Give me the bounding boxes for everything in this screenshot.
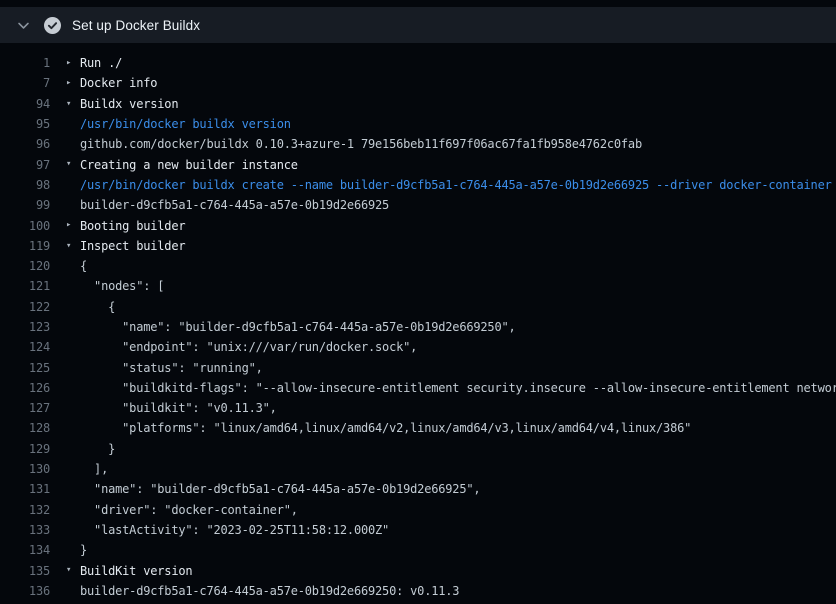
log-line[interactable]: 1 ▸ Run ./ [0,53,836,73]
log-line[interactable]: 7 ▸ Docker info [0,73,836,93]
log-line: 133 "lastActivity": "2023-02-25T11:58:12… [0,520,836,540]
line-number[interactable]: 100 [0,219,50,233]
log-line-text: "buildkit": "v0.11.3", [80,401,277,415]
log-line-text: Booting builder [80,219,185,233]
log-lines: 1 ▸ Run ./ 7 ▸ Docker info 94 ▾ Buildx v… [0,53,836,601]
log-line: 123 "name": "builder-d9cfb5a1-c764-445a-… [0,317,836,337]
log-line-text: "buildkitd-flags": "--allow-insecure-ent… [80,381,836,395]
check-circle-icon [44,17,61,34]
line-number[interactable]: 122 [0,300,50,314]
log-line-text: Inspect builder [80,239,185,253]
line-number[interactable]: 97 [0,158,50,172]
log-line: 129 } [0,439,836,459]
chevron-down-icon[interactable] [17,19,30,32]
log-line: 126 "buildkitd-flags": "--allow-insecure… [0,378,836,398]
line-number[interactable]: 136 [0,584,50,598]
log-line: 99 builder-d9cfb5a1-c764-445a-a57e-0b19d… [0,195,836,215]
triangle-down-icon[interactable]: ▾ [66,236,80,256]
log-line-text: } [80,442,115,456]
log-line-text: "name": "builder-d9cfb5a1-c764-445a-a57e… [80,320,516,334]
log-line: 98 /usr/bin/docker buildx create --name … [0,175,836,195]
line-number[interactable]: 1 [0,56,50,70]
log-line: 120 { [0,256,836,276]
line-number[interactable]: 120 [0,259,50,273]
log-line-text: BuildKit version [80,564,192,578]
log-line-text: builder-d9cfb5a1-c764-445a-a57e-0b19d2e6… [80,198,389,212]
line-number[interactable]: 125 [0,361,50,375]
log-line-text: "lastActivity": "2023-02-25T11:58:12.000… [80,523,389,537]
step-title: Set up Docker Buildx [72,18,200,33]
log-line-text: "nodes": [ [80,279,164,293]
log-line: 122 { [0,297,836,317]
line-number[interactable]: 129 [0,442,50,456]
log-line[interactable]: 135 ▾ BuildKit version [0,560,836,580]
log-line: 134 } [0,540,836,560]
line-number[interactable]: 132 [0,503,50,517]
log-line: 95 /usr/bin/docker buildx version [0,114,836,134]
log-line[interactable]: 94 ▾ Buildx version [0,94,836,114]
line-number[interactable]: 123 [0,320,50,334]
log-line: 131 "name": "builder-d9cfb5a1-c764-445a-… [0,479,836,499]
log-line-text: { [80,300,115,314]
log-line: 96 github.com/docker/buildx 0.10.3+azure… [0,134,836,154]
triangle-right-icon[interactable]: ▸ [66,73,80,93]
log-line: 132 "driver": "docker-container", [0,500,836,520]
triangle-down-icon[interactable]: ▾ [66,94,80,114]
line-number[interactable]: 131 [0,482,50,496]
line-number[interactable]: 98 [0,178,50,192]
log-line: 127 "buildkit": "v0.11.3", [0,398,836,418]
log-line[interactable]: 119 ▾ Inspect builder [0,236,836,256]
log-line-text: "driver": "docker-container", [80,503,298,517]
log-line: 130 ], [0,459,836,479]
log-line-text: "endpoint": "unix:///var/run/docker.sock… [80,340,417,354]
log-line-text: builder-d9cfb5a1-c764-445a-a57e-0b19d2e6… [80,584,459,598]
log-line-text: { [80,259,87,273]
log-line: 136 builder-d9cfb5a1-c764-445a-a57e-0b19… [0,581,836,601]
line-number[interactable]: 130 [0,462,50,476]
line-number[interactable]: 95 [0,117,50,131]
log-line-text: "status": "running", [80,361,263,375]
line-number[interactable]: 119 [0,239,50,253]
log-line[interactable]: 97 ▾ Creating a new builder instance [0,154,836,174]
log-line-text: } [80,543,87,557]
line-number[interactable]: 126 [0,381,50,395]
line-number[interactable]: 128 [0,421,50,435]
log-line-text: Creating a new builder instance [80,158,298,172]
triangle-down-icon[interactable]: ▾ [66,154,80,174]
line-number[interactable]: 7 [0,76,50,90]
log-line: 128 "platforms": "linux/amd64,linux/amd6… [0,418,836,438]
log-line: 124 "endpoint": "unix:///var/run/docker.… [0,337,836,357]
log-line[interactable]: 100 ▸ Booting builder [0,215,836,235]
step-header[interactable]: Set up Docker Buildx [0,7,836,43]
line-number[interactable]: 94 [0,97,50,111]
line-number[interactable]: 135 [0,564,50,578]
log-line-text: github.com/docker/buildx 0.10.3+azure-1 … [80,137,642,151]
log-line-text: Docker info [80,76,157,90]
log-line-text: Run ./ [80,56,122,70]
log-line-text: "name": "builder-d9cfb5a1-c764-445a-a57e… [80,482,480,496]
line-number[interactable]: 121 [0,279,50,293]
log-line-text: ], [80,462,108,476]
line-number[interactable]: 96 [0,137,50,151]
triangle-down-icon[interactable]: ▾ [66,560,80,580]
line-number[interactable]: 134 [0,543,50,557]
triangle-right-icon[interactable]: ▸ [66,53,80,73]
line-number[interactable]: 127 [0,401,50,415]
line-number[interactable]: 133 [0,523,50,537]
log-line: 121 "nodes": [ [0,276,836,296]
line-number[interactable]: 124 [0,340,50,354]
log-line: 125 "status": "running", [0,357,836,377]
log-line-text: /usr/bin/docker buildx version [80,117,291,131]
triangle-right-icon[interactable]: ▸ [66,215,80,235]
log-line-text: /usr/bin/docker buildx create --name bui… [80,178,832,192]
log-line-text: Buildx version [80,97,178,111]
log-line-text: "platforms": "linux/amd64,linux/amd64/v2… [80,421,691,435]
line-number[interactable]: 99 [0,198,50,212]
